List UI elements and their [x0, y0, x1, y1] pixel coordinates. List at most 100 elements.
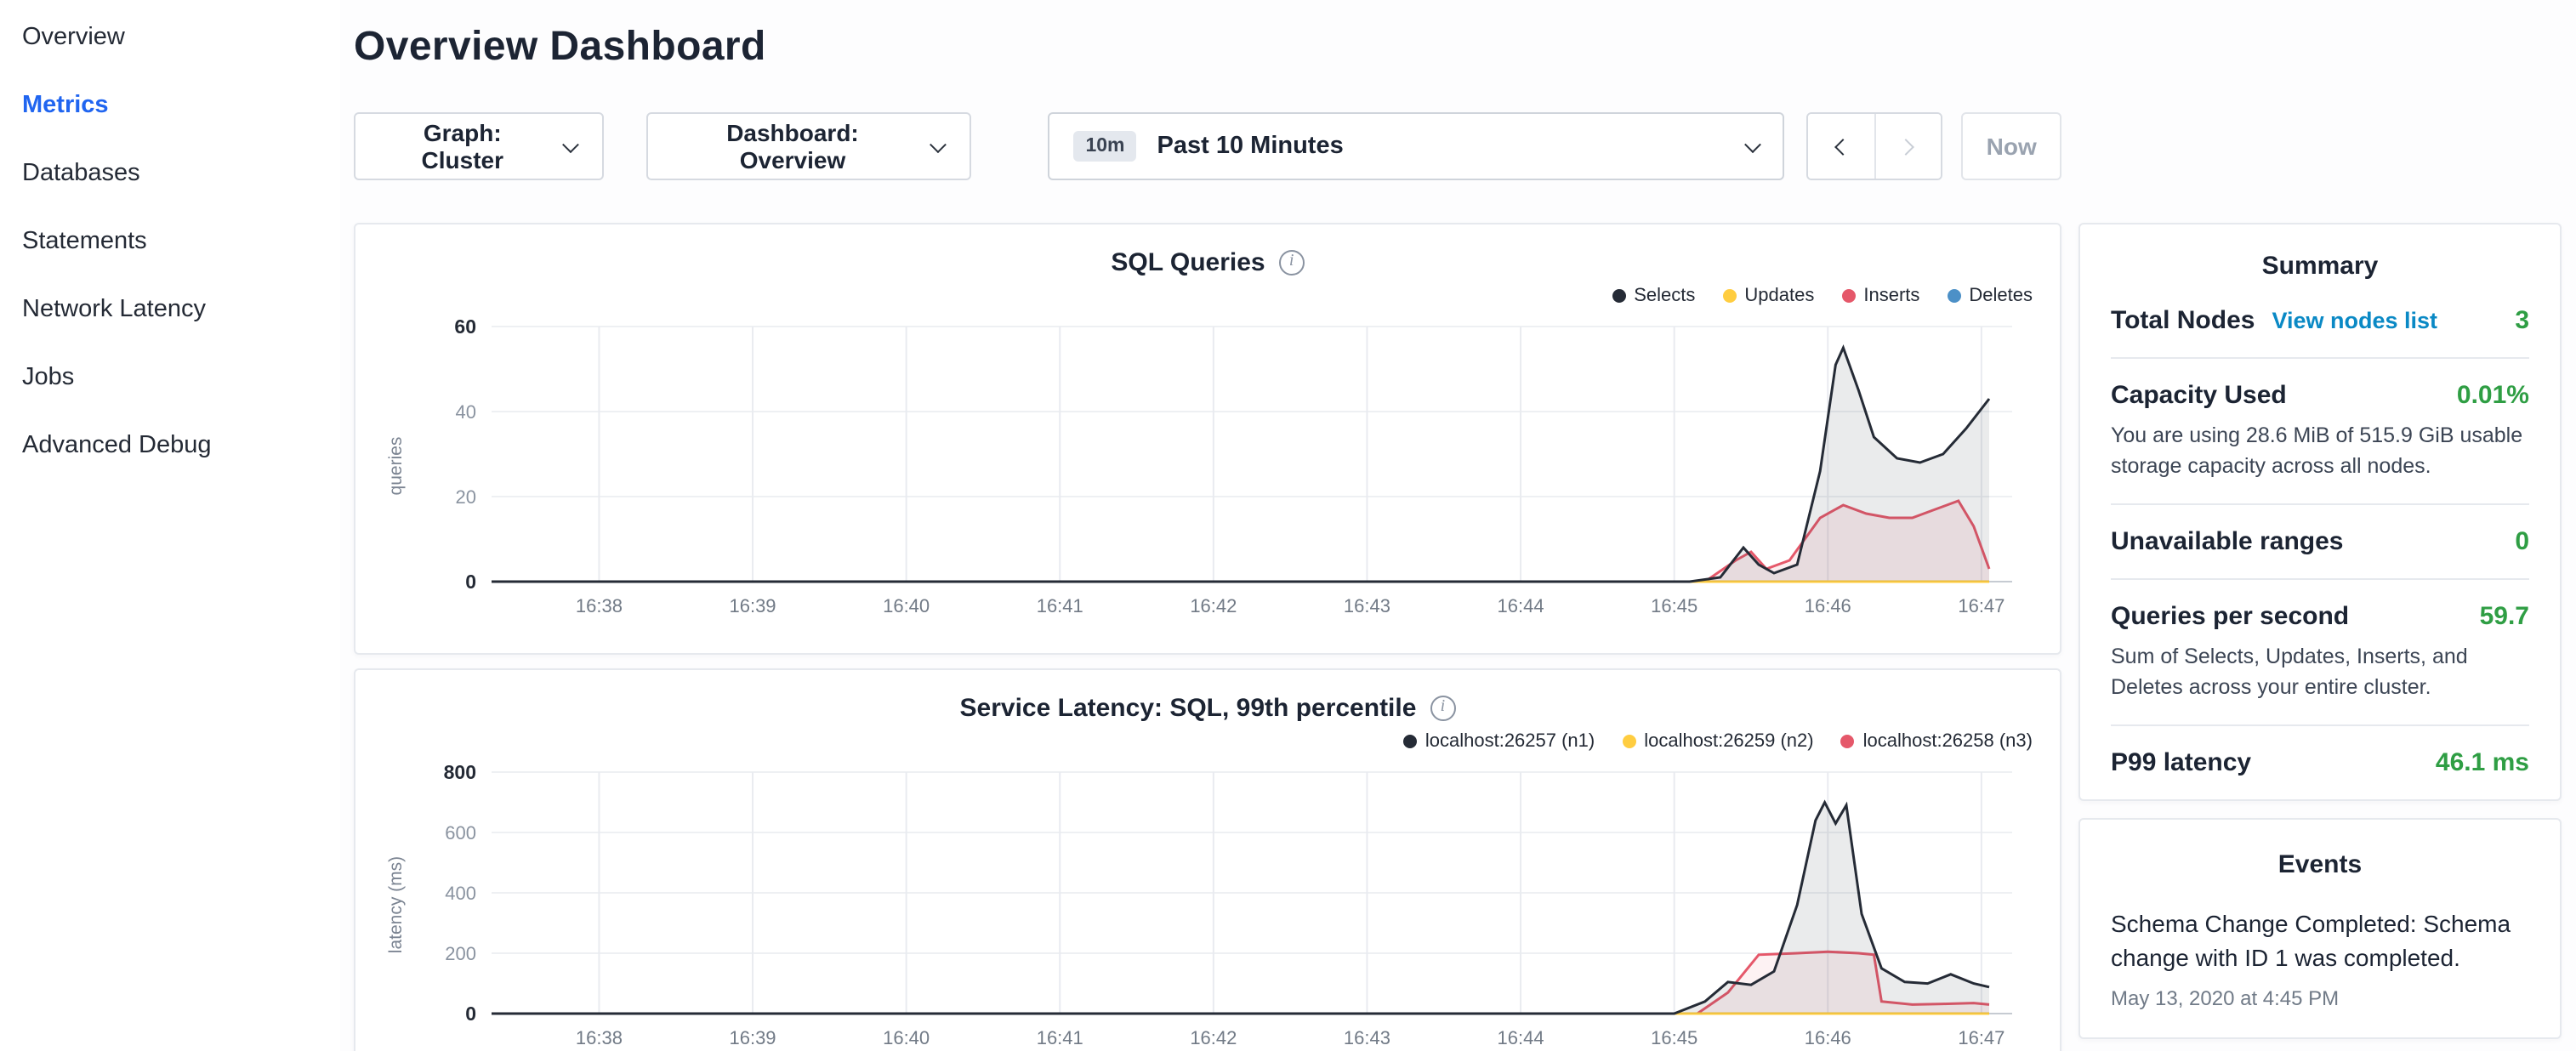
svg-text:16:39: 16:39: [729, 595, 776, 616]
time-range-label: Past 10 Minutes: [1157, 133, 1344, 160]
service-latency-chart: 020040060080016:3816:3916:4016:4116:4216…: [410, 758, 2033, 1051]
sidebar-item-databases[interactable]: Databases: [0, 139, 340, 207]
time-forward-button[interactable]: [1874, 114, 1941, 179]
svg-text:0: 0: [465, 571, 476, 593]
svg-text:600: 600: [445, 822, 476, 844]
sidebar-item-overview[interactable]: Overview: [0, 3, 340, 71]
service-latency-chart-title: Service Latency: SQL, 99th percentile: [960, 693, 1417, 722]
summary-value: 0.01%: [2457, 381, 2529, 410]
sidebar-item-statements[interactable]: Statements: [0, 207, 340, 276]
main-content: Overview Dashboard Graph: Cluster Dashbo…: [340, 0, 2061, 1051]
events-card: Events Schema Change Completed: Schema c…: [2078, 818, 2562, 1038]
svg-text:16:38: 16:38: [576, 595, 623, 616]
sidebar-item-metrics[interactable]: Metrics: [0, 71, 340, 139]
svg-text:0: 0: [465, 1003, 476, 1025]
svg-text:16:41: 16:41: [1037, 595, 1083, 616]
dashboard-dropdown[interactable]: Dashboard: Overview: [645, 112, 971, 180]
legend-item-deletes[interactable]: Deletes: [1947, 286, 2033, 306]
summary-title: Summary: [2111, 252, 2529, 281]
y-axis-label: queries: [383, 313, 410, 619]
sidebar-item-network-latency[interactable]: Network Latency: [0, 276, 340, 344]
legend-item-n1[interactable]: localhost:26257 (n1): [1403, 731, 1595, 752]
legend-dot: [1612, 289, 1625, 303]
sidebar-item-jobs[interactable]: Jobs: [0, 344, 340, 412]
graph-scope-dropdown[interactable]: Graph: Cluster: [354, 112, 603, 180]
summary-label: Total Nodes: [2111, 306, 2255, 335]
event-text: Schema Change Completed: Schema change w…: [2111, 906, 2529, 975]
summary-card: Summary Total Nodes View nodes list 3 Ca…: [2078, 223, 2562, 801]
svg-text:40: 40: [456, 401, 476, 423]
toolbar: Graph: Cluster Dashboard: Overview 10m P…: [354, 112, 2061, 180]
sidebar-item-advanced-debug[interactable]: Advanced Debug: [0, 412, 340, 480]
dashboard-label: Dashboard: Overview: [673, 119, 913, 173]
graph-scope-label: Graph: Cluster: [381, 119, 544, 173]
app-root: Overview Metrics Databases Statements Ne…: [0, 0, 2576, 1051]
legend-item-n2[interactable]: localhost:26259 (n2): [1622, 731, 1813, 752]
svg-text:16:45: 16:45: [1651, 1027, 1697, 1048]
summary-row-total-nodes: Total Nodes View nodes list 3: [2111, 284, 2529, 359]
legend-dot: [1403, 735, 1417, 748]
chevron-down-icon: [930, 135, 947, 152]
time-range-picker[interactable]: 10m Past 10 Minutes: [1048, 112, 1783, 180]
summary-description: Sum of Selects, Updates, Inserts, and De…: [2111, 643, 2529, 702]
svg-text:20: 20: [456, 486, 476, 508]
svg-text:16:41: 16:41: [1037, 1027, 1083, 1048]
svg-text:400: 400: [445, 883, 476, 904]
svg-text:200: 200: [445, 943, 476, 964]
event-timestamp: May 13, 2020 at 4:45 PM: [2111, 986, 2529, 1009]
svg-text:16:42: 16:42: [1190, 1027, 1237, 1048]
view-nodes-list-link[interactable]: View nodes list: [2272, 308, 2437, 333]
time-range-badge: 10m: [1073, 131, 1136, 162]
service-latency-legend: localhost:26257 (n1) localhost:26259 (n2…: [383, 728, 2033, 755]
svg-text:16:47: 16:47: [1958, 595, 2005, 616]
svg-text:16:46: 16:46: [1805, 595, 1851, 616]
sql-queries-chart-card: SQL Queries i Selects Updates Inserts: [354, 223, 2061, 655]
chevron-left-icon: [1835, 138, 1852, 155]
svg-text:16:43: 16:43: [1344, 595, 1390, 616]
sidebar: Overview Metrics Databases Statements Ne…: [0, 0, 340, 1051]
legend-label: Deletes: [1969, 286, 2033, 306]
summary-row-capacity-used: Capacity Used 0.01% You are using 28.6 M…: [2111, 359, 2529, 505]
legend-item-n3[interactable]: localhost:26258 (n3): [1841, 731, 2033, 752]
chevron-down-icon: [1744, 135, 1761, 152]
chevron-right-icon: [1897, 138, 1914, 155]
legend-dot: [1622, 735, 1635, 748]
summary-label: Unavailable ranges: [2111, 527, 2343, 556]
legend-label: Inserts: [1863, 286, 1919, 306]
svg-text:16:40: 16:40: [883, 595, 930, 616]
summary-value: 59.7: [2480, 602, 2529, 631]
summary-label: Capacity Used: [2111, 381, 2287, 410]
legend-dot: [1841, 289, 1855, 303]
info-icon[interactable]: i: [1279, 249, 1305, 275]
svg-text:16:44: 16:44: [1498, 1027, 1544, 1048]
svg-text:60: 60: [454, 315, 476, 338]
sql-queries-legend: Selects Updates Inserts Deletes: [383, 282, 2033, 310]
summary-value: 46.1 ms: [2436, 748, 2529, 777]
legend-label: Updates: [1744, 286, 1814, 306]
event-list-item[interactable]: Schema Change Completed: Schema change w…: [2111, 906, 2529, 1009]
time-back-button[interactable]: [1808, 114, 1874, 179]
svg-text:16:39: 16:39: [729, 1027, 776, 1048]
y-axis-label: latency (ms): [383, 758, 410, 1051]
sql-queries-chart: 0 20 40 60 16:38 16:39 16:40 16:41 16:42 16:43 16:…: [410, 313, 2033, 619]
summary-row-p99-latency: P99 latency 46.1 ms: [2111, 726, 2529, 799]
svg-text:16:47: 16:47: [1958, 1027, 2005, 1048]
svg-text:16:40: 16:40: [883, 1027, 930, 1048]
info-icon[interactable]: i: [1430, 695, 1455, 720]
legend-item-updates[interactable]: Updates: [1722, 286, 1814, 306]
summary-value: 0: [2515, 527, 2529, 556]
svg-text:16:38: 16:38: [576, 1027, 623, 1048]
now-button[interactable]: Now: [1961, 112, 2061, 180]
svg-text:16:44: 16:44: [1498, 595, 1544, 616]
svg-text:16:46: 16:46: [1805, 1027, 1851, 1048]
summary-row-unavailable-ranges: Unavailable ranges 0: [2111, 505, 2529, 580]
legend-label: localhost:26257 (n1): [1425, 731, 1595, 752]
right-panel: Summary Total Nodes View nodes list 3 Ca…: [2078, 0, 2562, 1051]
chevron-down-icon: [562, 135, 579, 152]
legend-item-inserts[interactable]: Inserts: [1841, 286, 1919, 306]
summary-value: 3: [2515, 306, 2529, 335]
legend-dot: [1841, 735, 1855, 748]
legend-item-selects[interactable]: Selects: [1612, 286, 1695, 306]
svg-text:16:42: 16:42: [1190, 595, 1237, 616]
time-step-buttons: [1806, 112, 1943, 180]
